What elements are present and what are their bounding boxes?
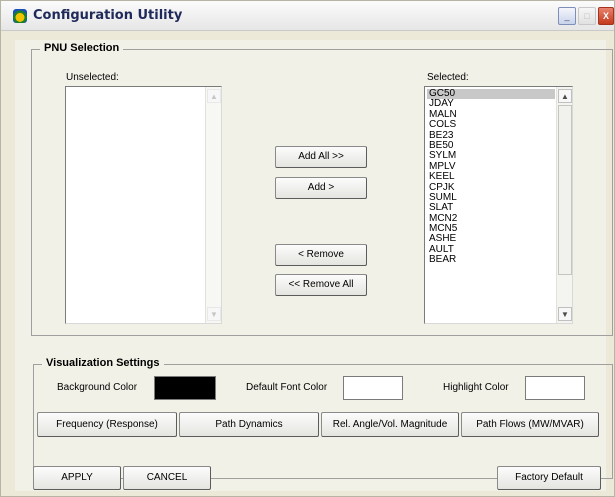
- highlight-color-swatch[interactable]: [525, 376, 585, 400]
- apply-button[interactable]: APPLY: [33, 466, 121, 490]
- unselected-scrollbar[interactable]: ▲ ▼: [205, 87, 221, 323]
- factory-default-button[interactable]: Factory Default: [497, 466, 601, 490]
- add-all-button[interactable]: Add All >>: [275, 146, 367, 168]
- pnu-selection-legend: PNU Selection: [40, 42, 124, 54]
- app-logo-icon: [13, 9, 27, 23]
- window-title: Configuration Utility: [33, 8, 183, 23]
- highlight-color-label: Highlight Color: [443, 382, 509, 393]
- close-button[interactable]: X: [598, 7, 614, 25]
- path-flows-button[interactable]: Path Flows (MW/MVAR): [461, 412, 599, 437]
- selected-scrollbar[interactable]: ▲ ▼: [556, 87, 572, 323]
- scroll-down-arrow-icon[interactable]: ▼: [558, 307, 572, 321]
- selected-list-item[interactable]: KEEL: [427, 171, 555, 182]
- visualization-settings-legend: Visualization Settings: [42, 357, 164, 369]
- background-color-label: Background Color: [57, 382, 138, 393]
- remove-all-button[interactable]: << Remove All: [275, 274, 367, 296]
- selected-list-items: GC50 JDAY MALN COLS BE23 BE50 SYLM MPLV KEEL CPJK…: [427, 88, 555, 266]
- add-button[interactable]: Add >: [275, 177, 367, 199]
- selected-listbox[interactable]: GC50 JDAY MALN COLS BE23 BE50 SYLM MPLV KEEL CPJK…: [424, 86, 573, 324]
- selected-label: Selected:: [427, 72, 469, 83]
- unselected-label: Unselected:: [66, 72, 119, 83]
- maximize-button[interactable]: □: [578, 7, 596, 25]
- minimize-button[interactable]: _: [558, 7, 576, 25]
- background-color-swatch[interactable]: [154, 376, 216, 400]
- scroll-down-arrow-icon[interactable]: ▼: [207, 307, 221, 321]
- cancel-button[interactable]: CANCEL: [123, 466, 211, 490]
- rel-angle-vol-magnitude-button[interactable]: Rel. Angle/Vol. Magnitude: [321, 412, 459, 437]
- frequency-response-button[interactable]: Frequency (Response): [37, 412, 177, 437]
- path-dynamics-button[interactable]: Path Dynamics: [179, 412, 319, 437]
- dialog-content: PNU Selection Unselected: Selected: ▲ ▼ …: [15, 40, 613, 491]
- remove-button[interactable]: < Remove: [275, 244, 367, 266]
- scroll-up-arrow-icon[interactable]: ▲: [207, 89, 221, 103]
- configuration-utility-window: Configuration Utility _ □ X PNU Selectio…: [0, 0, 615, 497]
- selected-list-item[interactable]: BEAR: [427, 254, 555, 265]
- default-font-color-swatch[interactable]: [343, 376, 403, 400]
- scrollbar-thumb[interactable]: [558, 105, 572, 275]
- selected-list-item[interactable]: COLS: [427, 119, 555, 130]
- default-font-color-label: Default Font Color: [246, 382, 328, 393]
- title-bar[interactable]: Configuration Utility _ □ X: [1, 1, 614, 31]
- unselected-listbox[interactable]: ▲ ▼: [65, 86, 222, 324]
- scroll-up-arrow-icon[interactable]: ▲: [558, 89, 572, 103]
